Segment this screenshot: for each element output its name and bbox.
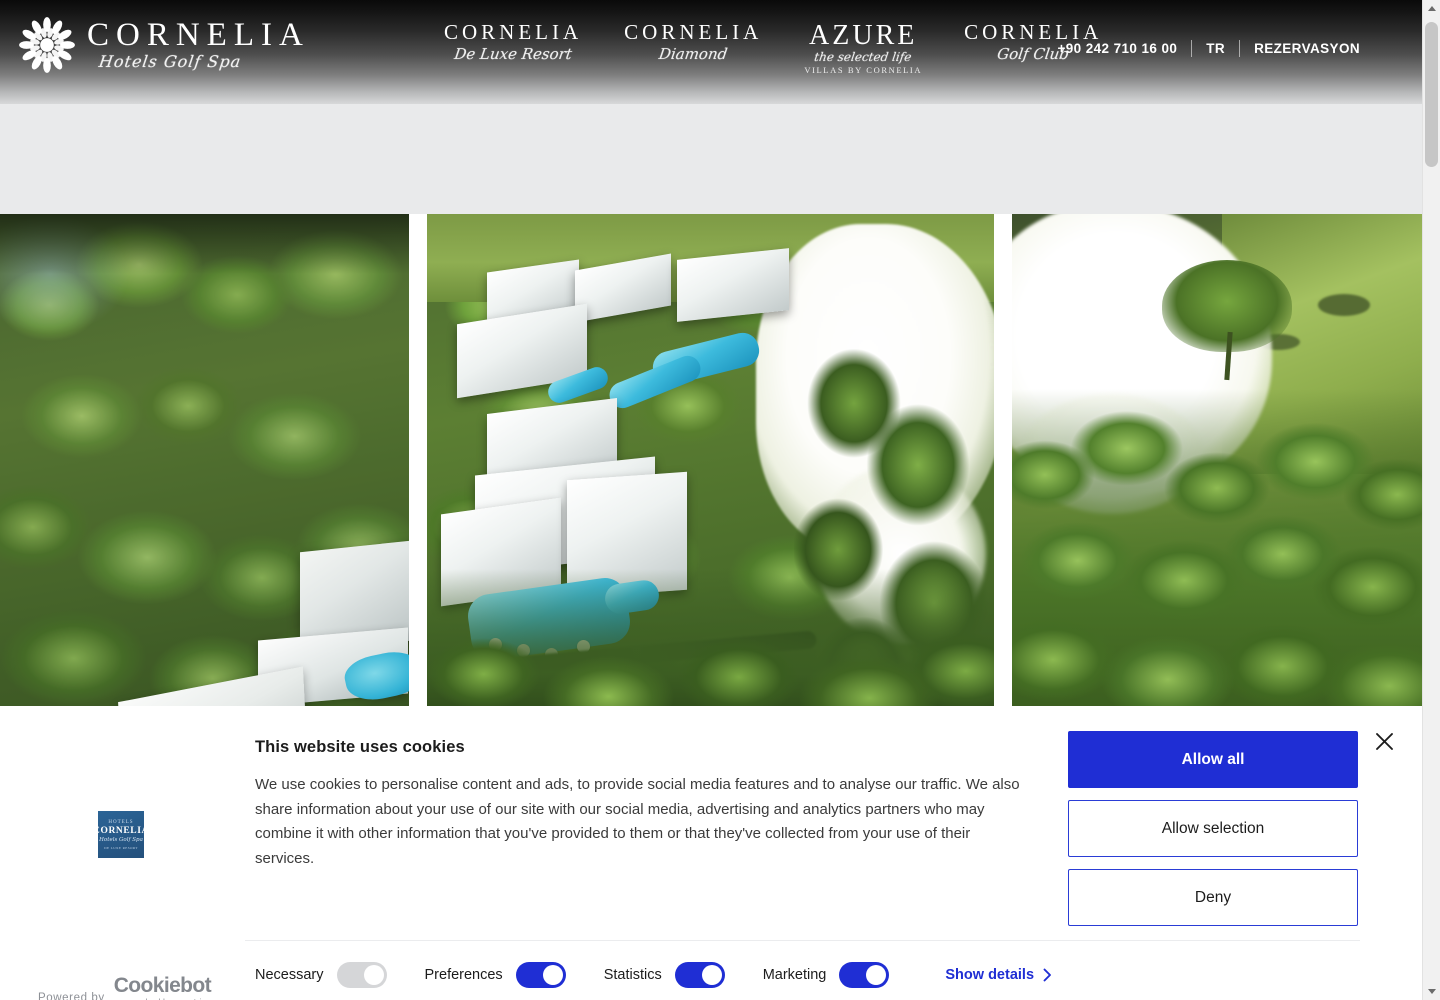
preference-necessary: Necessary [255, 962, 387, 988]
nav-azure-top: AZURE [809, 20, 918, 51]
deny-button[interactable]: Deny [1068, 869, 1358, 926]
reservation-button[interactable]: REZERVASYON [1240, 41, 1374, 56]
powered-by-label: Powered by [38, 992, 105, 1000]
hero-slide-right[interactable] [1012, 214, 1422, 719]
nav-diamond-bottom: Diamond [657, 45, 729, 63]
powered-by-cookiebot[interactable]: Powered by Cookiebot by Usercentrics [38, 974, 212, 1000]
close-icon[interactable] [1370, 727, 1398, 755]
site-header: CORNELIA Hotels Golf Spa CORNELIA De Lux… [0, 0, 1422, 104]
toggle-preferences[interactable] [515, 962, 566, 988]
cookie-logo-main: CORNELIA [93, 825, 150, 836]
scroll-up-arrow-glyph [1427, 6, 1436, 11]
toggle-knob [363, 965, 384, 985]
hero-slide-left[interactable] [0, 214, 409, 719]
tree-canopy [1012, 389, 1422, 719]
laurel-wreath-icon [19, 17, 75, 73]
cookie-banner-title: This website uses cookies [255, 738, 465, 756]
brand-navigation: CORNELIA De Luxe Resort CORNELIA Diamond… [440, 20, 1106, 77]
nav-item-azure[interactable]: AZURE the selected life VILLAS BY CORNEL… [800, 20, 926, 77]
nav-diamond-top: CORNELIA [624, 20, 763, 44]
cookie-logo-sub: Hotels Golf Spa [99, 836, 143, 843]
golf-bunker [1318, 294, 1370, 316]
cookiebot-brand: Cookiebot by Usercentrics [113, 974, 212, 1000]
toggle-necessary[interactable] [336, 962, 387, 988]
toggle-knob [866, 965, 887, 985]
logo-main-text: CORNELIA [87, 16, 310, 53]
hero-slide-center[interactable] [427, 214, 994, 719]
show-details-label: Show details [945, 967, 1035, 983]
toggle-statistics[interactable] [674, 962, 725, 988]
cookie-banner-logo: HOTELS CORNELIA Hotels Golf Spa DE LUXE … [93, 811, 148, 858]
preference-statistics: Statistics [604, 962, 725, 988]
preference-preferences: Preferences [425, 962, 566, 988]
toggle-knob [701, 965, 722, 985]
toggle-knob [542, 965, 563, 985]
header-utilities: +90 242 710 16 00 TR REZERVASYON [1043, 40, 1374, 57]
logo-sub-text: Hotels Golf Spa [97, 51, 243, 71]
browser-scrollbar[interactable] [1422, 0, 1440, 1000]
nav-azure-tiny: VILLAS BY CORNELIA [804, 65, 923, 75]
preference-label: Marketing [762, 967, 827, 983]
decorative-shadow [0, 214, 409, 274]
logo-wordmark: CORNELIA Hotels Golf Spa [87, 16, 310, 72]
toggle-marketing[interactable] [839, 962, 890, 988]
cookie-logo-top: HOTELS [108, 819, 134, 825]
divider [245, 940, 1360, 941]
allow-selection-button[interactable]: Allow selection [1068, 800, 1358, 857]
nav-item-diamond[interactable]: CORNELIA Diamond [620, 20, 766, 64]
preference-label: Necessary [255, 967, 324, 983]
cookie-text-block: This website uses cookies We use cookies… [255, 738, 1025, 871]
slide-gap [409, 214, 427, 719]
cookie-consent-banner: HOTELS CORNELIA Hotels Golf Spa DE LUXE … [0, 706, 1422, 1000]
cookie-banner-body: We use cookies to personalise content an… [255, 776, 1020, 867]
nav-deluxe-bottom: De Luxe Resort [453, 45, 574, 63]
nav-azure-bottom: the selected life [813, 50, 913, 64]
phone-link[interactable]: +90 242 710 16 00 [1043, 41, 1191, 56]
show-details-link[interactable]: Show details [945, 967, 1052, 983]
chevron-right-icon [1043, 968, 1051, 982]
scroll-down-arrow-icon[interactable] [1423, 983, 1440, 1000]
site-logo[interactable]: CORNELIA Hotels Golf Spa [16, 14, 310, 76]
cookie-preferences-row: Necessary Preferences Statistics Marketi… [255, 962, 1052, 988]
scroll-down-arrow-glyph [1427, 989, 1436, 994]
preference-marketing: Marketing [763, 962, 890, 988]
cookiebot-name: Cookiebot [113, 974, 212, 997]
language-switch[interactable]: TR [1192, 41, 1239, 56]
scrollbar-thumb[interactable] [1425, 22, 1438, 167]
nav-item-deluxe-resort[interactable]: CORNELIA De Luxe Resort [440, 20, 586, 64]
page-viewport: CORNELIA Hotels Golf Spa CORNELIA De Lux… [0, 0, 1422, 1000]
nav-deluxe-top: CORNELIA [444, 20, 583, 44]
hero-slider [0, 214, 1422, 719]
villa-roof [677, 248, 789, 322]
scroll-up-arrow-icon[interactable] [1423, 0, 1440, 17]
cookie-action-buttons: Allow all Allow selection Deny [1068, 731, 1358, 926]
preference-label: Statistics [603, 967, 662, 983]
allow-all-button[interactable]: Allow all [1068, 731, 1358, 788]
tree-canopy [427, 569, 994, 719]
cookie-logo-tiny: DE LUXE RESORT [104, 845, 138, 850]
preference-label: Preferences [424, 967, 503, 983]
slide-gap [994, 214, 1012, 719]
close-icon-glyph [1375, 732, 1393, 750]
